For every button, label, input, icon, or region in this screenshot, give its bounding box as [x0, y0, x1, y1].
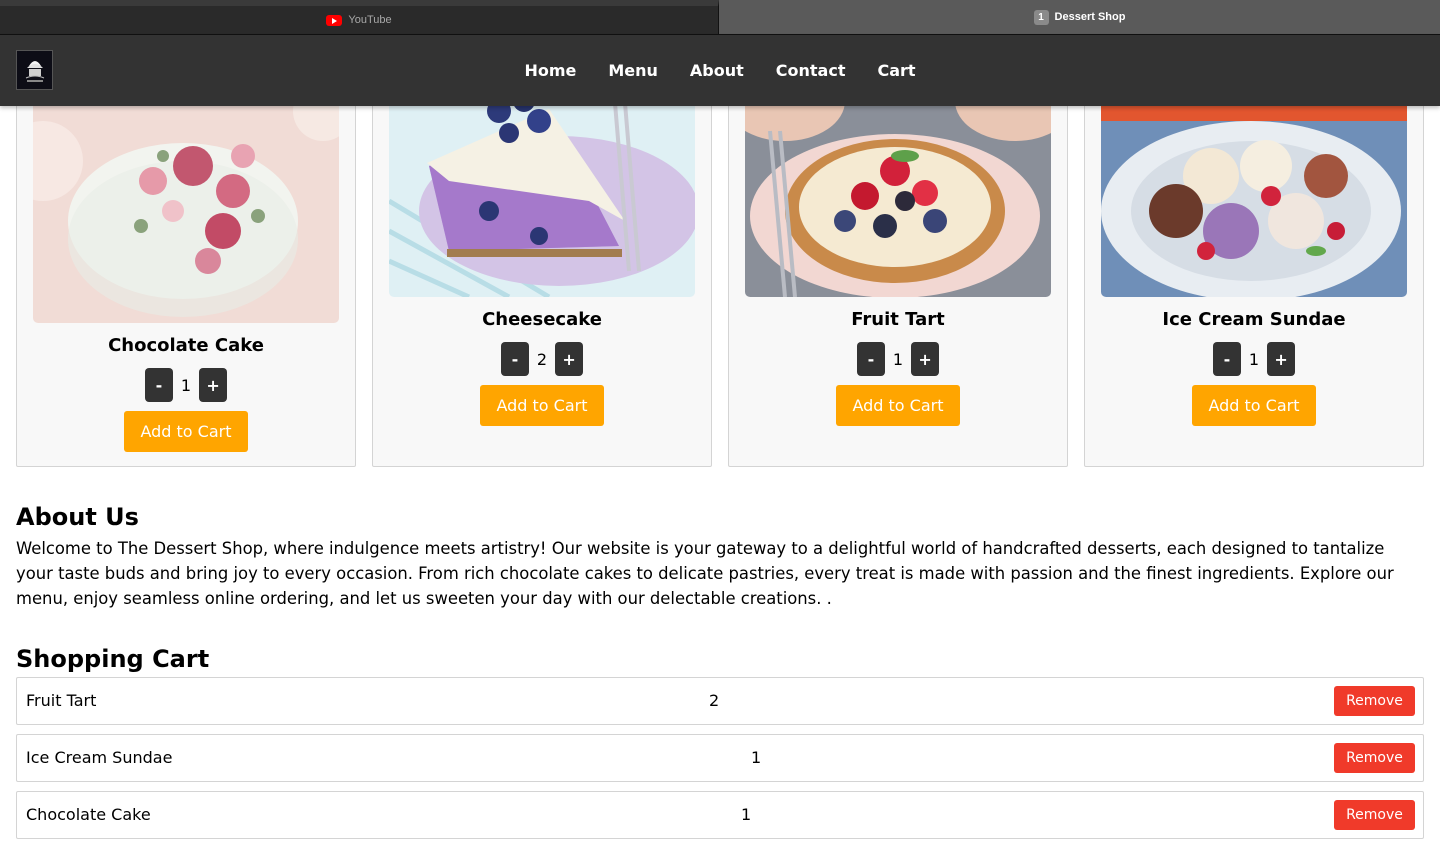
product-name: Chocolate Cake: [108, 335, 264, 356]
quantity-value: 1: [1248, 349, 1260, 369]
add-to-cart-button[interactable]: Add to Cart: [1192, 385, 1316, 426]
about-heading: About Us: [16, 503, 139, 531]
product-name: Ice Cream Sundae: [1162, 309, 1346, 330]
quantity-stepper: - 1 +: [17, 368, 355, 402]
youtube-icon: [326, 14, 343, 26]
decrement-button[interactable]: -: [500, 342, 529, 376]
product-card-fruit-tart: Fruit Tart - 1 + Add to Cart: [728, 70, 1068, 467]
cart-heading: Shopping Cart: [16, 645, 210, 673]
nav-menu[interactable]: Menu: [608, 61, 658, 80]
product-grid: Chocolate Cake - 1 + Add to Cart Cheesec…: [16, 70, 1424, 468]
add-to-cart-button[interactable]: Add to Cart: [836, 385, 960, 426]
product-card-chocolate-cake: Chocolate Cake - 1 + Add to Cart: [16, 70, 356, 467]
cart-item-name: Fruit Tart: [26, 691, 97, 710]
quantity-value: 2: [536, 349, 548, 369]
site-header: Home Menu About Contact Cart: [0, 35, 1440, 106]
quantity-value: 1: [892, 349, 904, 369]
add-to-cart-button[interactable]: Add to Cart: [124, 411, 248, 452]
nav-contact[interactable]: Contact: [776, 61, 846, 80]
browser-tab-youtube[interactable]: YouTube: [0, 0, 719, 34]
nav-about[interactable]: About: [690, 61, 744, 80]
cart-item: Fruit Tart 2 Remove: [16, 677, 1424, 725]
decrement-button[interactable]: -: [144, 368, 173, 402]
cart-item-quantity: 1: [741, 805, 752, 824]
tab-count-badge: 1: [1033, 9, 1049, 25]
cart-item-quantity: 1: [751, 748, 762, 767]
increment-button[interactable]: +: [199, 368, 228, 402]
quantity-stepper: - 1 +: [1085, 342, 1423, 376]
increment-button[interactable]: +: [555, 342, 584, 376]
remove-button[interactable]: Remove: [1334, 686, 1415, 716]
increment-button[interactable]: +: [911, 342, 940, 376]
product-image-chocolate-cake: [33, 71, 339, 323]
cart-item-quantity: 2: [709, 691, 720, 710]
quantity-value: 1: [180, 375, 192, 395]
nav-home[interactable]: Home: [524, 61, 576, 80]
tab-label: Dessert Shop: [1054, 11, 1126, 23]
about-paragraph: Welcome to The Dessert Shop, where indul…: [16, 539, 1394, 608]
decrement-button[interactable]: -: [1212, 342, 1241, 376]
product-card-cheesecake: Cheesecake - 2 + Add to Cart: [372, 70, 712, 467]
remove-button[interactable]: Remove: [1334, 800, 1415, 830]
cart-item: Ice Cream Sundae 1 Remove: [16, 734, 1424, 782]
main-nav: Home Menu About Contact Cart: [0, 35, 1440, 106]
tab-label: YouTube: [348, 14, 392, 26]
nav-cart[interactable]: Cart: [877, 61, 915, 80]
cart-item-name: Chocolate Cake: [26, 805, 151, 824]
add-to-cart-button[interactable]: Add to Cart: [480, 385, 604, 426]
decrement-button[interactable]: -: [856, 342, 885, 376]
product-name: Cheesecake: [482, 309, 602, 330]
cart-item: Chocolate Cake 1 Remove: [16, 791, 1424, 839]
quantity-stepper: - 1 +: [729, 342, 1067, 376]
browser-tab-dessert-shop[interactable]: 1 Dessert Shop: [719, 0, 1440, 34]
remove-button[interactable]: Remove: [1334, 743, 1415, 773]
quantity-stepper: - 2 +: [373, 342, 711, 376]
browser-tab-strip: YouTube 1 Dessert Shop: [0, 0, 1440, 35]
increment-button[interactable]: +: [1267, 342, 1296, 376]
cart-item-name: Ice Cream Sundae: [26, 748, 173, 767]
product-name: Fruit Tart: [851, 309, 945, 330]
product-card-ice-cream-sundae: Ice Cream Sundae - 1 + Add to Cart: [1084, 70, 1424, 467]
